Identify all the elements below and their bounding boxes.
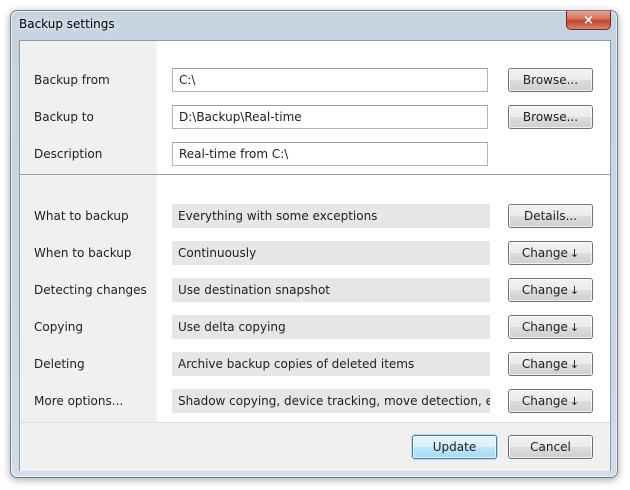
backup-from-label: Backup from [34, 73, 110, 87]
update-button[interactable]: Update [412, 435, 497, 459]
deleting-label: Deleting [34, 357, 85, 371]
more-options-value: Shadow copying, device tracking, move de… [172, 389, 490, 413]
deleting-value: Archive backup copies of deleted items [172, 352, 490, 376]
backup-from-browse-button[interactable]: Browse... [508, 68, 593, 92]
description-input[interactable]: Real-time from C:\ [172, 142, 488, 166]
detecting-changes-change-button[interactable]: Change ↓ [508, 278, 593, 302]
details-button[interactable]: Details... [508, 204, 593, 228]
section-divider [20, 174, 610, 175]
detecting-changes-value: Use destination snapshot [172, 278, 490, 302]
backup-to-label: Backup to [34, 110, 94, 124]
backup-settings-dialog: Backup settings × Backup from C:\ Browse… [10, 10, 618, 478]
description-label: Description [34, 147, 103, 161]
when-to-backup-change-button[interactable]: Change ↓ [508, 241, 593, 265]
copying-value: Use delta copying [172, 315, 490, 339]
detecting-changes-label: Detecting changes [34, 283, 147, 297]
when-to-backup-value: Continuously [172, 241, 490, 265]
deleting-change-button[interactable]: Change ↓ [508, 352, 593, 376]
dialog-body: Backup from C:\ Browse... Backup to D:\B… [19, 40, 611, 471]
copying-change-button[interactable]: Change ↓ [508, 315, 593, 339]
backup-to-browse-button[interactable]: Browse... [508, 105, 593, 129]
close-icon: × [583, 12, 594, 28]
backup-to-input[interactable]: D:\Backup\Real-time [172, 105, 488, 129]
backup-from-input[interactable]: C:\ [172, 68, 488, 92]
dialog-footer: Update Cancel [20, 422, 610, 471]
cancel-button[interactable]: Cancel [508, 435, 593, 459]
more-options-change-button[interactable]: Change ↓ [508, 389, 593, 413]
what-to-backup-value: Everything with some exceptions [172, 204, 490, 228]
more-options-label: More options... [34, 394, 124, 408]
copying-label: Copying [34, 320, 83, 334]
window-title: Backup settings [19, 17, 115, 31]
close-button[interactable]: × [566, 11, 611, 30]
when-to-backup-label: When to backup [34, 246, 132, 260]
what-to-backup-label: What to backup [34, 209, 129, 223]
